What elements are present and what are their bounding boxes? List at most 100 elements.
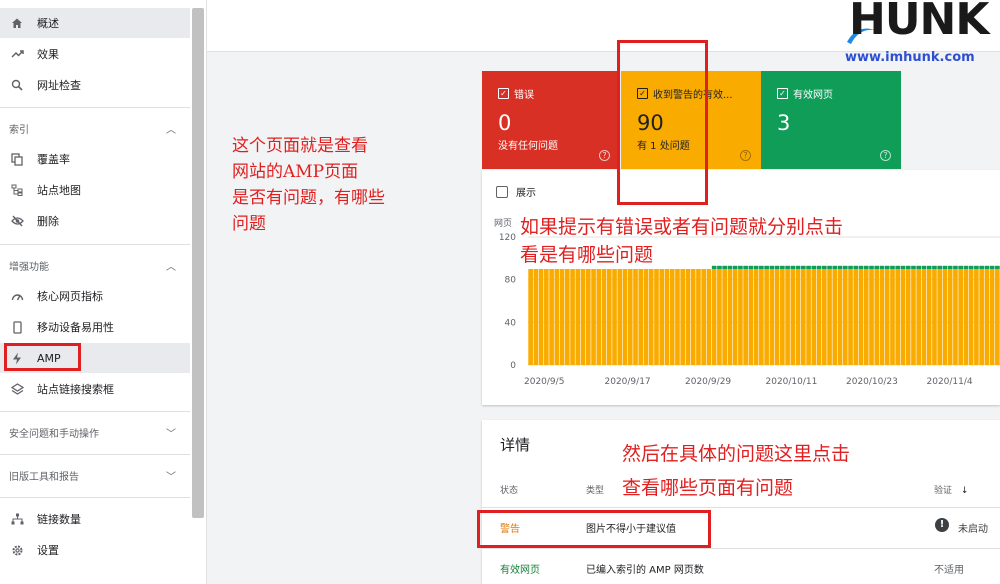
chart-bar-warning: [984, 269, 990, 365]
sidebar-item-label: 设置: [37, 544, 59, 557]
chart-bar-valid: [926, 265, 932, 269]
section-security[interactable]: 安全问题和手动操作 ﹀: [0, 418, 190, 446]
x-tick-label: 2020/9/5: [524, 377, 564, 387]
section-index[interactable]: 索引 ︿: [0, 114, 190, 142]
sidebar-item-core-web-vitals[interactable]: 核心网页指标: [0, 281, 190, 311]
help-icon[interactable]: ?: [880, 150, 891, 161]
chart-bar-valid: [953, 265, 958, 269]
sidebar-item-sitelinks-searchbox[interactable]: 站点链接搜索框: [0, 374, 190, 404]
chart-bar-warning: [575, 269, 581, 365]
chart-bar-warning: [858, 269, 864, 365]
chart-bar-warning: [675, 269, 680, 365]
show-toggle[interactable]: 展示: [496, 184, 536, 199]
chart-bar-warning: [995, 269, 1000, 365]
sidebar-item-label: 效果: [37, 48, 59, 61]
column-header-type[interactable]: 类型: [586, 483, 604, 496]
sidebar-item-label: 站点链接搜索框: [37, 383, 114, 396]
sidebar-item-label: 站点地图: [37, 184, 81, 197]
sitemap-icon: [10, 183, 24, 197]
checkbox-icon[interactable]: ✓: [777, 88, 788, 99]
chart-bar-warning: [717, 269, 722, 365]
chart-bar-warning: [685, 269, 691, 365]
home-icon: [10, 16, 24, 30]
chart-bar-warning: [890, 269, 895, 365]
chart-bar-warning: [690, 269, 696, 365]
chart-bar-warning: [565, 269, 570, 365]
brand-url: www.imhunk.com: [845, 50, 975, 65]
column-header-validation[interactable]: 验证 ↓: [934, 483, 968, 496]
brand-logo: HUNK www.imhunk.com: [845, 0, 995, 70]
sidebar-item-performance[interactable]: 效果: [0, 39, 190, 69]
phone-icon: [10, 320, 24, 334]
sidebar-item-links[interactable]: 链接数量: [0, 504, 190, 534]
chart-bar-warning: [863, 269, 869, 365]
chart-bar-valid: [911, 265, 916, 269]
alert-icon: !: [935, 518, 949, 532]
chart-bar-warning: [816, 269, 822, 365]
chart-bar-warning: [648, 269, 654, 365]
chart-bar-warning: [738, 269, 743, 365]
sidebar: 概述 效果 网址检查 索引 ︿ 覆盖率 站点地图 删除 增强功能 ︿ 核心网页指…: [0, 0, 207, 584]
section-legacy[interactable]: 旧版工具和报告 ﹀: [0, 461, 190, 489]
chart-panel: 展示 网页 0 40 80 120 2020/9/5 2020/9/17 2020/9/29 2…: [482, 170, 1000, 405]
chart-bar-warning: [968, 269, 974, 365]
y-axis-label: 网页: [494, 218, 512, 229]
chart-bar-warning: [659, 269, 665, 365]
help-icon[interactable]: ?: [740, 150, 751, 161]
chart-bar-warning: [958, 269, 963, 365]
chart-bar-warning: [554, 269, 560, 365]
chart-bar-warning: [601, 269, 607, 365]
sidebar-item-settings[interactable]: 设置: [0, 535, 190, 565]
x-tick-label: 2020/11/4: [927, 377, 973, 387]
chart-bar-valid: [995, 265, 1000, 269]
chart-bar-warning: [769, 269, 775, 365]
sidebar-item-mobile-usability[interactable]: 移动设备易用性: [0, 312, 190, 342]
chart-bar-warning: [654, 269, 659, 365]
sidebar-item-sitemaps[interactable]: 站点地图: [0, 175, 190, 205]
chart-bar-valid: [853, 265, 859, 269]
chart-bar-warning: [953, 269, 958, 365]
help-icon[interactable]: ?: [599, 150, 610, 161]
card-value: 3: [777, 111, 791, 135]
sidebar-item-removals[interactable]: 删除: [0, 206, 190, 236]
sidebar-item-overview[interactable]: 概述: [0, 8, 190, 38]
chevron-down-icon: ﹀: [166, 428, 176, 440]
sidebar-item-coverage[interactable]: 覆盖率: [0, 144, 190, 174]
chart-bar-warning: [879, 269, 885, 365]
valid-card[interactable]: ✓ 有效网页 3 ?: [761, 71, 901, 169]
table-row[interactable]: 有效网页 已编入索引的 AMP 网页数 不适用: [482, 548, 1000, 584]
x-tick-label: 2020/9/17: [605, 377, 651, 387]
chart-bar-warning: [884, 269, 890, 365]
chart-bar-warning: [942, 269, 948, 365]
chart-bar-valid: [879, 265, 885, 269]
annotation-left: 这个页面就是查看 网站的AMP页面 是否有问题，有哪些 问题: [232, 133, 385, 237]
section-enhancements[interactable]: 增强功能 ︿: [0, 251, 190, 279]
chart-bar-warning: [926, 269, 932, 365]
annotation-line: 看是有哪些问题: [520, 244, 654, 266]
y-tick-label: 40: [505, 318, 517, 328]
chart-bar-warning: [853, 269, 859, 365]
checkbox-icon[interactable]: [496, 185, 508, 198]
checkbox-icon[interactable]: ✓: [498, 88, 509, 99]
sidebar-item-label: 移动设备易用性: [37, 321, 114, 334]
annotation-details: 然后在具体的问题这里点击 查看哪些页面有问题: [622, 437, 850, 505]
card-label: 有效网页: [793, 90, 833, 101]
sidebar-scrollbar[interactable]: [192, 8, 204, 518]
eye-off-icon: [10, 214, 24, 228]
sidebar-item-url-inspection[interactable]: 网址检查: [0, 70, 190, 100]
column-header-status[interactable]: 状态: [500, 483, 518, 496]
copy-icon: [10, 152, 24, 166]
row-validation: 未启动: [958, 524, 988, 535]
chart-bar-valid: [905, 265, 911, 269]
chart-bar-warning: [638, 269, 644, 365]
chart-bar-warning: [895, 269, 901, 365]
chart-bar-warning: [989, 269, 995, 365]
error-card[interactable]: ✓ 错误 0 没有任何问题 ?: [482, 71, 620, 169]
chart-bar-warning: [612, 269, 617, 365]
annotation-line: 是否有问题，有哪些: [232, 188, 385, 208]
chart-bar-warning: [617, 269, 623, 365]
chart-bar-warning: [874, 269, 880, 365]
chart-bar-warning: [570, 269, 575, 365]
chart-bar-warning: [633, 269, 638, 365]
chart-bar-warning: [585, 269, 591, 365]
